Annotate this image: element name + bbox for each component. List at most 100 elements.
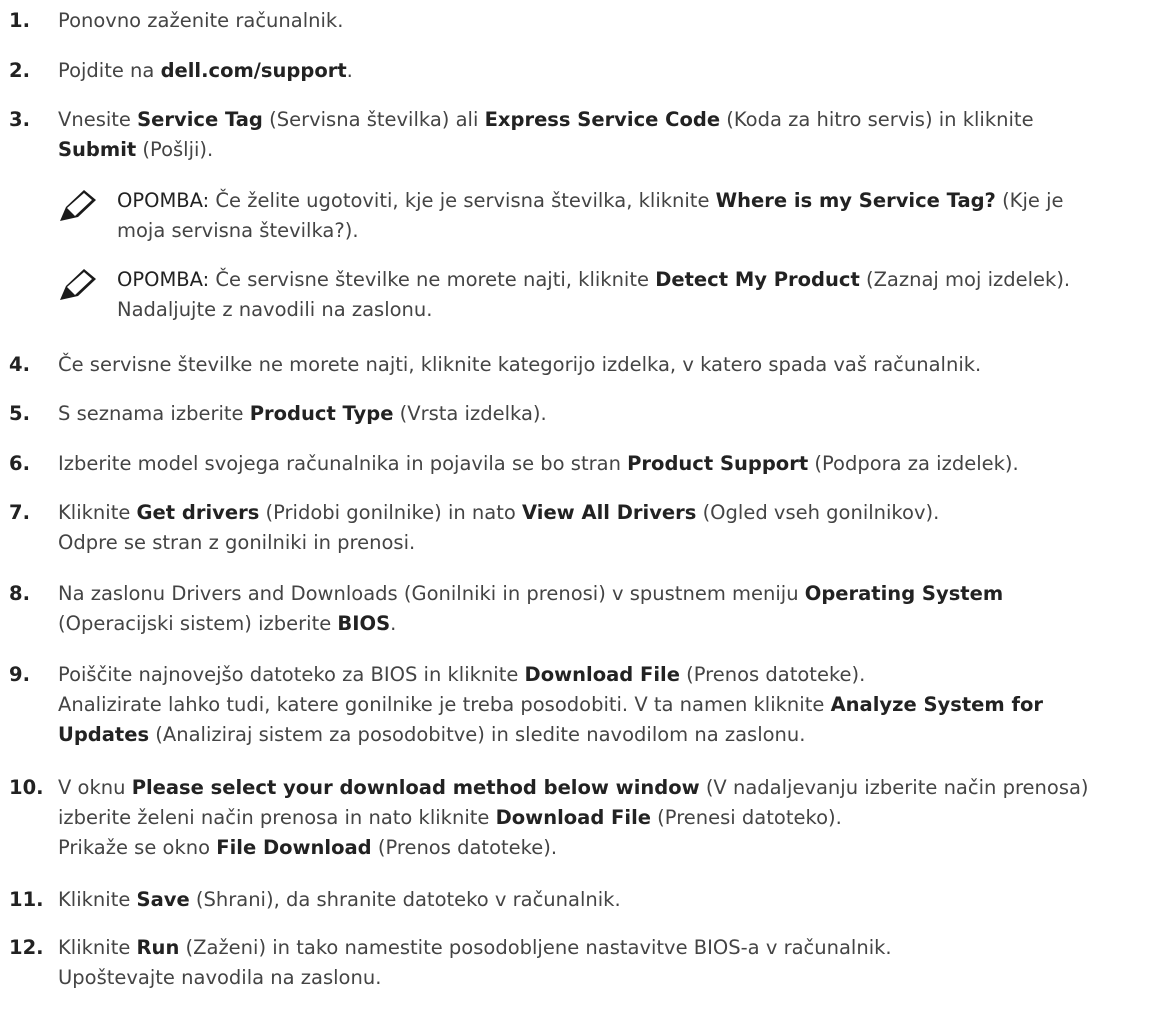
text-run: (Servisna številka) ali xyxy=(262,108,485,131)
text-run: Na zaslonu Drivers and Downloads (Goniln… xyxy=(58,582,805,605)
note-pencil-icon xyxy=(58,189,98,223)
step-text: S seznama izberite Product Type (Vrsta i… xyxy=(58,399,1152,429)
text-run: (Pridobi gonilnike) in nato xyxy=(259,501,523,524)
text-run: Poiščite najnovejšo datoteko za BIOS in … xyxy=(58,663,525,686)
text-run: Vnesite xyxy=(58,108,138,131)
document-page: 1. Ponovno zaženite računalnik. 2. Pojdi… xyxy=(0,0,1155,1017)
step-number: 2. xyxy=(9,59,30,82)
text-line: Poiščite najnovejšo datoteko za BIOS in … xyxy=(58,660,1152,690)
text-line: Kliknite Save (Shrani), da shranite dato… xyxy=(58,885,1152,915)
text-line: izberite želeni način prenosa in nato kl… xyxy=(58,803,1152,833)
text-run: (Zaženi) in tako namestite posodobljene … xyxy=(179,936,892,959)
text-line: Vnesite Service Tag (Servisna številka) … xyxy=(58,105,1152,135)
step-text: Na zaslonu Drivers and Downloads (Goniln… xyxy=(58,579,1152,639)
text-line: Izberite model svojega računalnika in po… xyxy=(58,449,1152,479)
bold-term: Operating System xyxy=(804,582,1004,605)
text-run: S seznama izberite xyxy=(58,402,250,425)
bold-term: Express Service Code xyxy=(484,108,721,131)
bold-term: Please select your download method below… xyxy=(131,776,700,799)
text-run: Če servisne številke ne morete najti, kl… xyxy=(209,268,656,291)
step-number: 3. xyxy=(9,108,30,131)
step-text: Ponovno zaženite računalnik. xyxy=(58,6,1152,36)
note-pencil-icon xyxy=(58,268,98,302)
text-line: Kliknite Get drivers (Pridobi gonilnike)… xyxy=(58,498,1152,528)
text-line: Če servisne številke ne morete najti, kl… xyxy=(58,350,1152,380)
text-run: (Operacijski sistem) izberite xyxy=(58,612,338,635)
text-run: (V nadaljevanju izberite način prenosa) xyxy=(699,776,1089,799)
text-line: V oknu Please select your download metho… xyxy=(58,773,1152,803)
text-run: (Zaznaj moj izdelek). xyxy=(859,268,1071,291)
step-number: 7. xyxy=(9,501,30,524)
step-text: Izberite model svojega računalnika in po… xyxy=(58,449,1152,479)
step-text: Kliknite Get drivers (Pridobi gonilnike)… xyxy=(58,498,1152,558)
text-run: Ponovno zaženite računalnik. xyxy=(58,9,344,32)
step-number: 6. xyxy=(9,452,30,475)
text-run: Pojdite na xyxy=(58,59,161,82)
step-text: Vnesite Service Tag (Servisna številka) … xyxy=(58,105,1152,165)
text-line: Ponovno zaženite računalnik. xyxy=(58,6,1152,36)
step-number: 5. xyxy=(9,402,30,425)
text-run: Prikaže se okno xyxy=(58,836,217,859)
text-line: Na zaslonu Drivers and Downloads (Goniln… xyxy=(58,579,1152,609)
text-run: (Vrsta izdelka). xyxy=(393,402,547,425)
text-run: . xyxy=(346,59,353,82)
text-run: . xyxy=(390,612,397,635)
text-run: (Kje je xyxy=(995,189,1064,212)
bold-term: Analyze System for xyxy=(830,693,1043,716)
text-run: Kliknite xyxy=(58,888,137,911)
note-label: OPOMBA: xyxy=(117,189,210,212)
bold-term: View All Drivers xyxy=(522,501,697,524)
bold-term: Run xyxy=(136,936,180,959)
bold-term: File Download xyxy=(216,836,372,859)
text-line: Kliknite Run (Zaženi) in tako namestite … xyxy=(58,933,1152,963)
step-text: Kliknite Save (Shrani), da shranite dato… xyxy=(58,885,1152,915)
step-number: 11. xyxy=(9,888,44,911)
text-line: Nadaljujte z navodili na zaslonu. xyxy=(117,295,1152,325)
text-run: Odpre se stran z gonilniki in prenosi. xyxy=(58,531,416,554)
text-line: moja servisna številka?). xyxy=(117,216,1152,246)
step-number: 4. xyxy=(9,353,30,376)
text-run: (Ogled vseh gonilnikov). xyxy=(696,501,940,524)
bold-term: Download File xyxy=(524,663,680,686)
text-run: Nadaljujte z navodili na zaslonu. xyxy=(117,298,433,321)
text-run: (Podpora za izdelek). xyxy=(808,452,1019,475)
text-run: (Prenesi datoteko). xyxy=(650,806,842,829)
text-run: moja servisna številka?). xyxy=(117,219,359,242)
step-text: Pojdite na dell.com/support. xyxy=(58,56,1152,86)
note-text: OPOMBA: Če želite ugotoviti, kje je serv… xyxy=(117,186,1152,246)
bold-term: Detect My Product xyxy=(655,268,860,291)
step-number: 12. xyxy=(9,936,44,959)
text-run: Če servisne številke ne morete najti, kl… xyxy=(58,353,982,376)
step-text: V oknu Please select your download metho… xyxy=(58,773,1152,863)
bold-term: Service Tag xyxy=(137,108,263,131)
text-run: Če želite ugotoviti, kje je servisna šte… xyxy=(209,189,716,212)
bold-term: BIOS xyxy=(337,612,391,635)
text-run: (Pošlji). xyxy=(136,138,214,161)
step-text: Poiščite najnovejšo datoteko za BIOS in … xyxy=(58,660,1152,750)
text-line: Prikaže se okno File Download (Prenos da… xyxy=(58,833,1152,863)
text-line: OPOMBA: Če želite ugotoviti, kje je serv… xyxy=(117,186,1152,216)
note-label: OPOMBA: xyxy=(117,268,210,291)
text-run: (Koda za hitro servis) in kliknite xyxy=(720,108,1034,131)
bold-term: Product Support xyxy=(627,452,809,475)
bold-term: Download File xyxy=(495,806,651,829)
text-run: Upoštevajte navodila na zaslonu. xyxy=(58,966,382,989)
bold-term: Get drivers xyxy=(136,501,260,524)
text-line: Upoštevajte navodila na zaslonu. xyxy=(58,963,1152,993)
text-line: Submit (Pošlji). xyxy=(58,135,1152,165)
text-line: Analizirate lahko tudi, katere gonilnike… xyxy=(58,690,1152,720)
text-line: Updates (Analiziraj sistem za posodobitv… xyxy=(58,720,1152,750)
note-text: OPOMBA: Če servisne številke ne morete n… xyxy=(117,265,1152,325)
bold-term: Updates xyxy=(58,723,150,746)
text-run: (Prenos datoteke). xyxy=(371,836,558,859)
text-run: (Shrani), da shranite datoteko v računal… xyxy=(189,888,621,911)
bold-term: dell.com/support xyxy=(160,59,347,82)
bold-term: Where is my Service Tag? xyxy=(715,189,996,212)
text-run: Kliknite xyxy=(58,501,137,524)
step-number: 1. xyxy=(9,9,30,32)
bold-term: Save xyxy=(136,888,190,911)
text-line: (Operacijski sistem) izberite BIOS. xyxy=(58,609,1152,639)
step-number: 9. xyxy=(9,663,30,686)
bold-term: Submit xyxy=(58,138,137,161)
text-run: Kliknite xyxy=(58,936,137,959)
